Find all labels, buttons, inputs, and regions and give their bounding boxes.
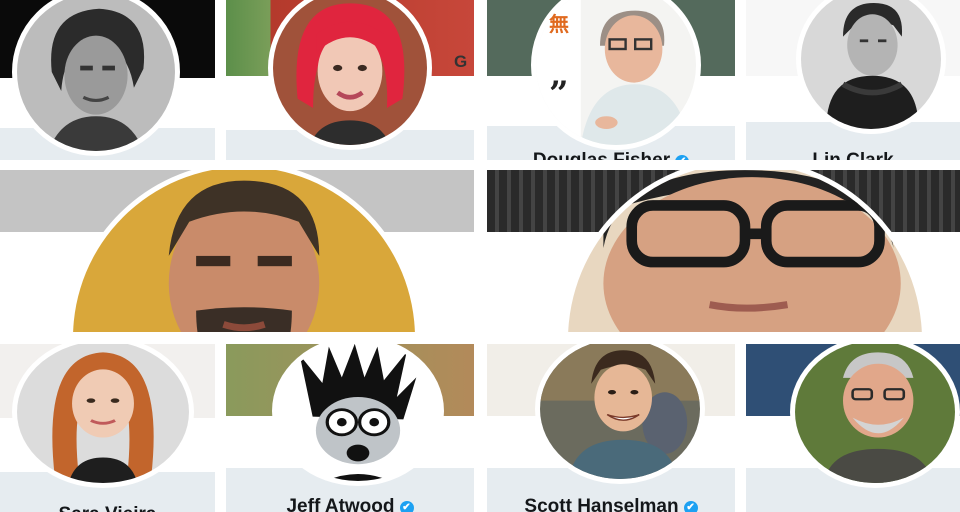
verified-badge-icon: ✔: [675, 155, 690, 160]
profile-name[interactable]: Sara Vieira: [0, 504, 215, 512]
profile-avatar[interactable]: [790, 344, 960, 488]
profile-avatar[interactable]: [12, 344, 194, 488]
banner-kanji: 無: [549, 12, 569, 36]
profile-name-text: Lin Clark: [812, 150, 893, 160]
profile-card[interactable]: Sara Vieira: [0, 344, 215, 512]
profile-name-text: Scott Hanselman: [524, 496, 679, 512]
profile-name-text: Sara Vieira: [59, 504, 157, 512]
verified-badge-icon: ✔: [683, 501, 698, 512]
profile-name[interactable]: Scott Hanselman ✔: [487, 496, 735, 512]
profile-name[interactable]: Douglas Fisher ✔: [487, 150, 735, 160]
profile-card[interactable]: [487, 170, 960, 332]
profile-card[interactable]: Jeff Atwood ✔: [226, 344, 474, 512]
profile-card[interactable]: [0, 170, 474, 332]
quote-mark: ”: [549, 74, 569, 114]
profile-card[interactable]: [746, 344, 960, 512]
profile-avatar[interactable]: [272, 344, 444, 486]
profile-card[interactable]: 無 ” Douglas Fisher ✔: [487, 0, 735, 160]
profile-card[interactable]: G: [226, 0, 474, 160]
profile-name[interactable]: Lin Clark: [746, 150, 960, 160]
profile-avatar[interactable]: [268, 0, 432, 150]
profile-card[interactable]: Scott Hanselman ✔: [487, 344, 735, 512]
profile-avatar[interactable]: [796, 0, 946, 134]
profile-name[interactable]: Jeff Atwood ✔: [226, 496, 474, 512]
profile-name-text: Douglas Fisher: [533, 150, 670, 160]
banner-letter: G: [454, 52, 468, 71]
profile-name-text: Jeff Atwood: [286, 496, 395, 512]
profile-card[interactable]: [0, 0, 215, 160]
profile-card[interactable]: Lin Clark: [746, 0, 960, 160]
profile-avatar[interactable]: [535, 344, 705, 484]
verified-badge-icon: ✔: [399, 501, 414, 512]
